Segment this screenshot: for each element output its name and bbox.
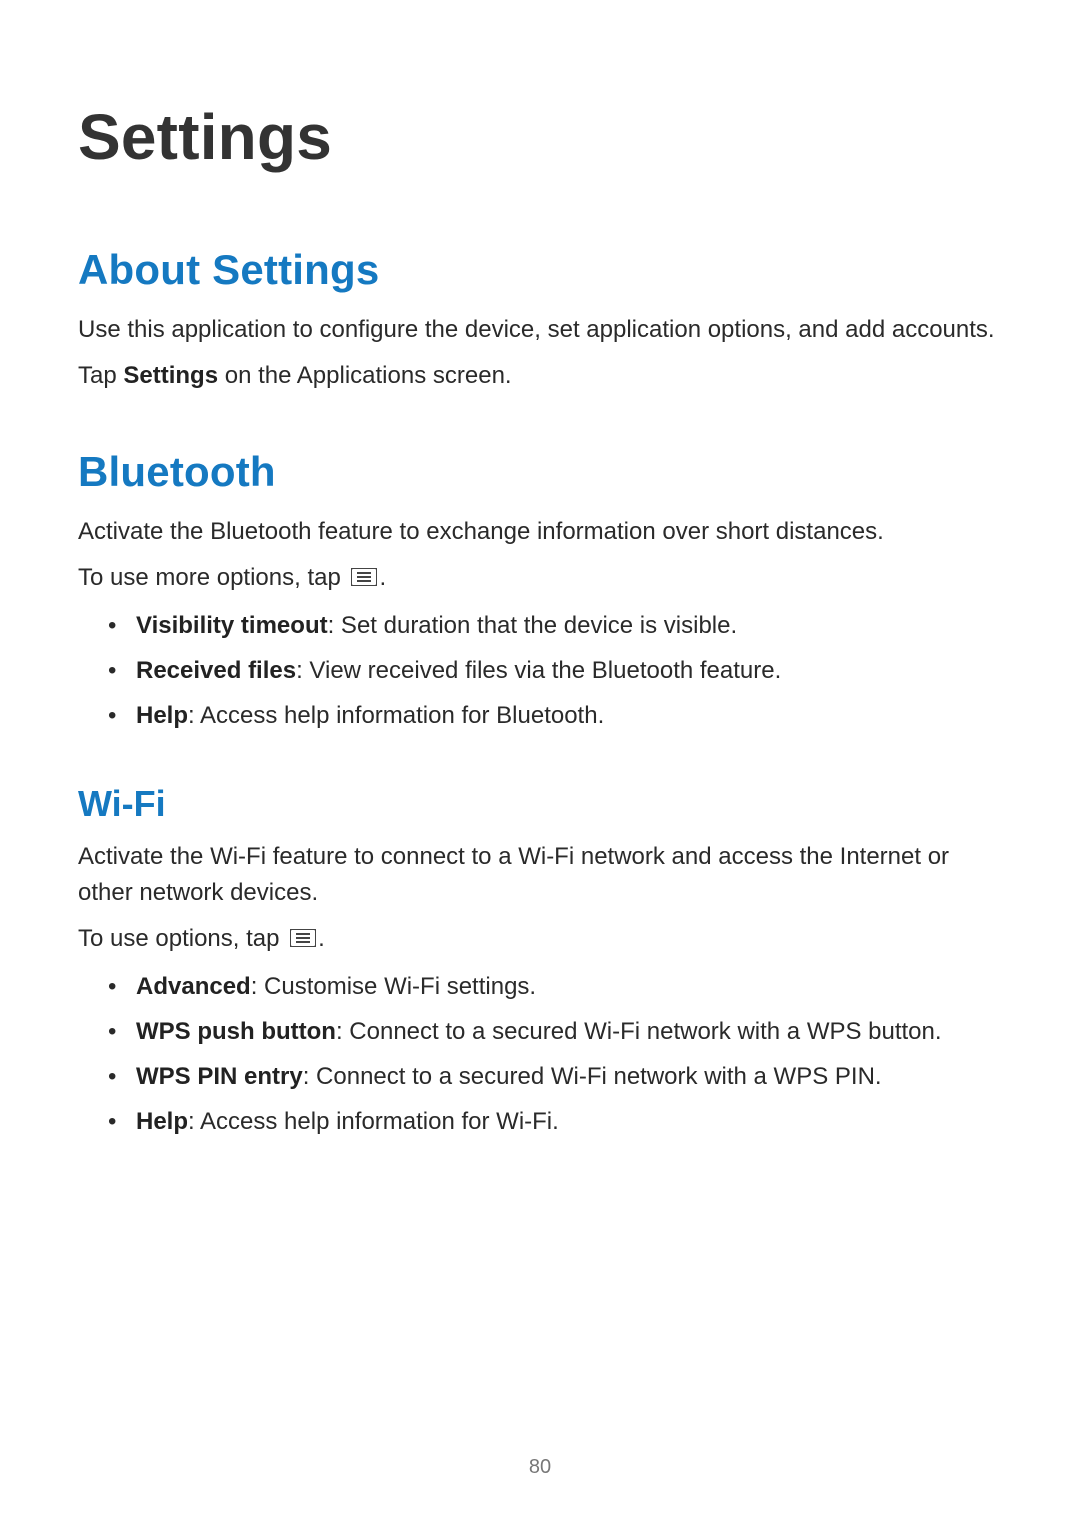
heading-wifi: Wi-Fi — [78, 783, 1002, 825]
option-label: Advanced — [136, 973, 251, 1000]
section-bluetooth: Bluetooth Activate the Bluetooth feature… — [78, 448, 1002, 735]
list-item: Visibility timeout: Set duration that th… — [108, 607, 1002, 644]
wifi-p2-post: . — [318, 925, 325, 952]
page-container: Settings About Settings Use this applica… — [0, 0, 1080, 1527]
bluetooth-paragraph-1: Activate the Bluetooth feature to exchan… — [78, 514, 1002, 550]
about-p2-bold: Settings — [123, 362, 218, 389]
wifi-options-list: Advanced: Customise Wi-Fi settings. WPS … — [78, 968, 1002, 1141]
bluetooth-options-list: Visibility timeout: Set duration that th… — [78, 607, 1002, 735]
option-label: Help — [136, 1108, 188, 1135]
option-label: Received files — [136, 657, 296, 684]
heading-bluetooth: Bluetooth — [78, 448, 1002, 496]
heading-about-settings: About Settings — [78, 246, 1002, 294]
menu-icon — [351, 561, 377, 597]
bluetooth-p2-pre: To use more options, tap — [78, 564, 347, 591]
about-paragraph-2: Tap Settings on the Applications screen. — [78, 358, 1002, 394]
list-item: Advanced: Customise Wi-Fi settings. — [108, 968, 1002, 1005]
about-paragraph-1: Use this application to configure the de… — [78, 312, 1002, 348]
page-title: Settings — [78, 100, 1002, 174]
option-desc: : Connect to a secured Wi-Fi network wit… — [303, 1063, 882, 1090]
option-desc: : Connect to a secured Wi-Fi network wit… — [336, 1018, 942, 1045]
section-wifi: Wi-Fi Activate the Wi-Fi feature to conn… — [78, 783, 1002, 1141]
option-label: Visibility timeout — [136, 612, 328, 639]
bluetooth-p2-post: . — [379, 564, 386, 591]
list-item: Help: Access help information for Wi-Fi. — [108, 1103, 1002, 1140]
option-label: Help — [136, 702, 188, 729]
option-desc: : Set duration that the device is visibl… — [328, 612, 738, 639]
bluetooth-paragraph-2: To use more options, tap . — [78, 560, 1002, 597]
option-desc: : View received files via the Bluetooth … — [296, 657, 781, 684]
about-p2-pre: Tap — [78, 362, 123, 389]
list-item: Received files: View received files via … — [108, 652, 1002, 689]
menu-icon — [290, 922, 316, 958]
wifi-paragraph-1: Activate the Wi-Fi feature to connect to… — [78, 839, 1002, 911]
list-item: WPS PIN entry: Connect to a secured Wi-F… — [108, 1058, 1002, 1095]
section-about-settings: About Settings Use this application to c… — [78, 246, 1002, 394]
list-item: WPS push button: Connect to a secured Wi… — [108, 1013, 1002, 1050]
page-number: 80 — [0, 1456, 1080, 1479]
wifi-paragraph-2: To use options, tap . — [78, 921, 1002, 958]
option-desc: : Access help information for Bluetooth. — [188, 702, 604, 729]
option-label: WPS push button — [136, 1018, 336, 1045]
about-p2-post: on the Applications screen. — [218, 362, 512, 389]
option-label: WPS PIN entry — [136, 1063, 303, 1090]
list-item: Help: Access help information for Blueto… — [108, 697, 1002, 734]
option-desc: : Access help information for Wi-Fi. — [188, 1108, 559, 1135]
wifi-p2-pre: To use options, tap — [78, 925, 286, 952]
option-desc: : Customise Wi-Fi settings. — [251, 973, 536, 1000]
